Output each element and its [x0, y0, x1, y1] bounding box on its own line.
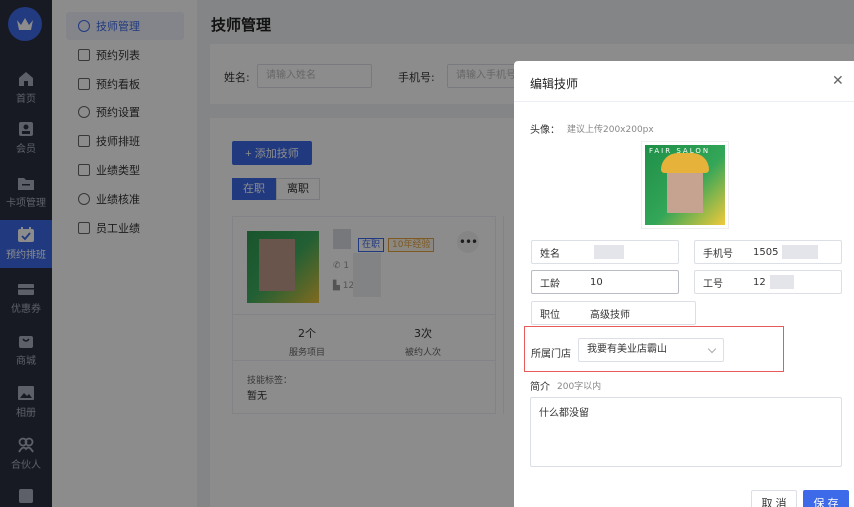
position-field-label: 职位 — [540, 309, 560, 321]
avatar-hint: 建议上传200x200px — [567, 125, 654, 135]
jobno-field[interactable]: 工号 12 — [694, 270, 842, 294]
store-select-value: 我要有美业店霸山 — [587, 344, 667, 355]
avatar-label: 头像： — [530, 125, 560, 136]
jobno-field-label: 工号 — [703, 278, 723, 290]
cancel-button[interactable]: 取 消 — [751, 490, 797, 507]
name-field-label: 姓名 — [540, 248, 560, 260]
age-field[interactable]: 工龄 10 — [531, 270, 679, 294]
intro-label: 简介 — [530, 382, 550, 393]
store-label: 所属门店 — [531, 349, 571, 360]
intro-textarea[interactable]: 什么都没留 — [530, 397, 842, 467]
phone-field-label: 手机号 — [703, 248, 733, 260]
edit-technician-drawer: 编辑技师 ✕ 头像： 建议上传200x200px FAIR SALON 姓名 手… — [514, 61, 854, 507]
phone-mask — [782, 245, 819, 259]
age-field-label: 工龄 — [540, 278, 560, 290]
avatar: FAIR SALON — [645, 145, 725, 225]
phone-field-value: 1505 — [753, 246, 779, 258]
save-button[interactable]: 保 存 — [803, 490, 849, 507]
position-field[interactable]: 职位 高级技师 — [531, 301, 696, 325]
avatar-upload[interactable]: FAIR SALON — [641, 141, 729, 229]
jobno-mask — [769, 275, 794, 289]
chevron-down-icon — [707, 344, 717, 354]
drawer-title: 编辑技师 — [530, 77, 579, 91]
close-icon[interactable]: ✕ — [832, 73, 844, 89]
intro-hint: 200字以内 — [557, 382, 602, 392]
position-field-value: 高级技师 — [590, 309, 630, 321]
store-select[interactable]: 我要有美业店霸山 — [578, 338, 724, 362]
name-mask — [594, 245, 624, 259]
name-field[interactable]: 姓名 — [531, 240, 679, 264]
drawer-divider — [514, 101, 854, 102]
phone-field[interactable]: 手机号 1505 — [694, 240, 842, 264]
age-field-value: 10 — [590, 276, 603, 288]
jobno-field-value: 12 — [753, 276, 766, 288]
